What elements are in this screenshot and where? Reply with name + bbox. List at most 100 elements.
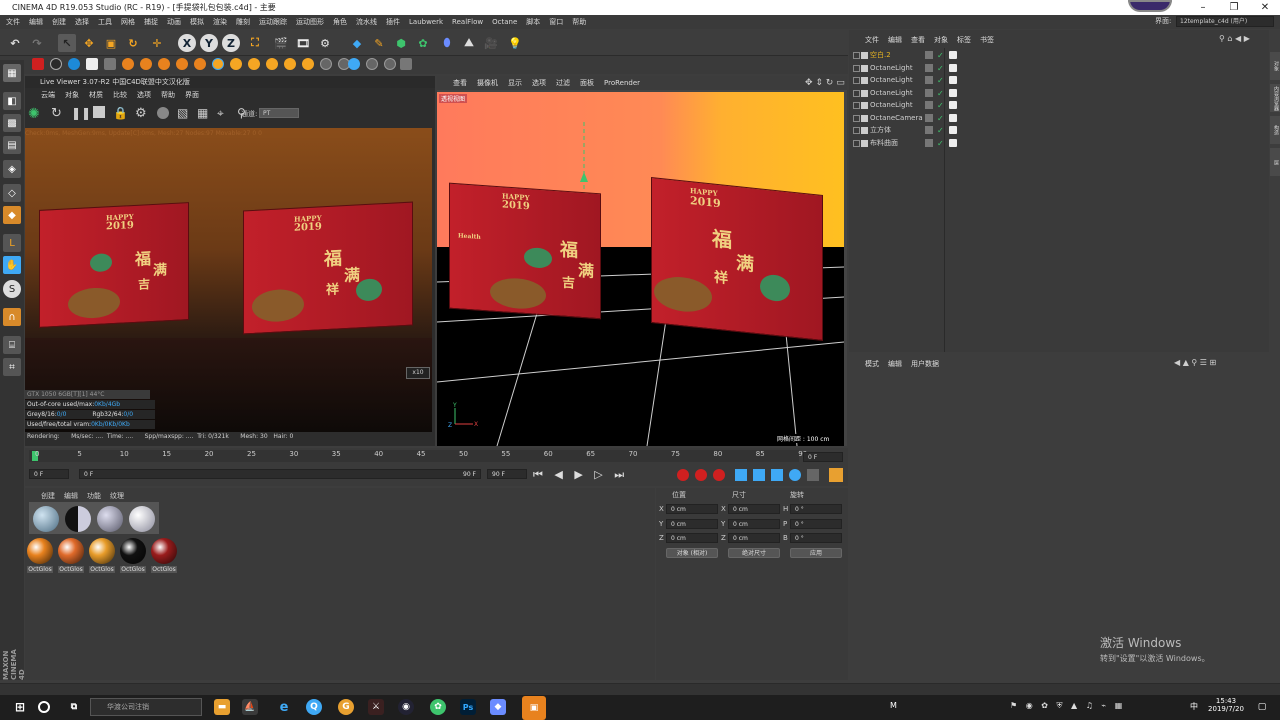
render-picture-viewer-icon[interactable]: 🎞 [294,34,312,52]
viewport-menu-item[interactable]: 显示 [508,76,522,90]
redo-icon[interactable]: ↷ [28,34,46,52]
parameter-key-icon[interactable] [789,469,801,481]
om-menu-item[interactable]: 标签 [957,35,971,45]
object-name[interactable]: OctaneCamera [870,112,923,124]
enabled-check-icon[interactable]: ✓ [937,100,944,112]
menu-item[interactable]: 雕刻 [236,17,250,27]
octane-record-icon[interactable] [32,58,44,70]
viewport-menu-item[interactable]: 选项 [532,76,546,90]
expand-icon[interactable] [853,52,860,59]
octane-material-icon[interactable] [266,58,278,70]
record-icon[interactable] [677,469,689,481]
octane-material-icon[interactable] [230,58,242,70]
visibility-icon[interactable] [925,51,933,59]
attr-nav-icons[interactable]: ◀ ▲ ⚲ ☰ ⊞ [1174,358,1216,367]
object-row[interactable]: OctaneLight ✓ [849,62,1269,74]
material-swatch[interactable] [120,538,146,564]
tweak-mode-icon[interactable]: ✋ [3,256,21,274]
file-explorer-icon[interactable]: ▬ [214,699,230,715]
object-row[interactable]: OctaneLight ✓ [849,87,1269,99]
tag-icon[interactable] [949,63,957,72]
clock[interactable]: 15:43 2019/7/20 [1206,697,1246,713]
edge-mode-icon[interactable]: ◇ [3,184,21,202]
apply-button[interactable]: 应用 [790,548,842,558]
enabled-check-icon[interactable]: ✓ [937,88,944,100]
side-tab[interactable]: 层 [1270,148,1280,176]
menu-item[interactable]: 运动图形 [296,17,324,27]
workplane-icon[interactable]: ▤ [3,136,21,154]
size-field[interactable]: 0 cm [728,504,780,514]
task-view-icon[interactable]: ⧉ [66,699,82,715]
object-name[interactable]: OctaneLight [870,99,913,111]
material-label[interactable]: OctGlos [58,566,84,573]
menu-item[interactable]: 动画 [167,17,181,27]
octane-light-icon[interactable] [194,58,206,70]
octane-material-icon[interactable] [284,58,296,70]
material-menu-item[interactable]: 功能 [87,491,101,501]
expand-icon[interactable] [853,114,860,122]
size-mode-select[interactable]: 绝对尺寸 [728,548,780,558]
visibility-icon[interactable] [925,76,933,84]
menu-item[interactable]: 运动跟踪 [259,17,287,27]
material-menu-item[interactable]: 纹理 [110,491,124,501]
position-key-icon[interactable] [735,469,747,481]
menu-item[interactable]: 帮助 [572,17,586,27]
environment-icon[interactable]: ⛰ [460,34,478,52]
visibility-icon[interactable] [925,63,933,72]
menu-item[interactable]: 角色 [333,17,347,27]
interface-select[interactable]: 12template_c4d (用户) [1176,16,1274,27]
position-field[interactable]: 0 cm [666,518,718,529]
model-mode-icon[interactable]: ◧ [3,92,21,110]
menu-item[interactable]: RealFlow [452,18,483,26]
rotation-field[interactable]: 0 ° [790,518,842,529]
preview-ball-icon[interactable] [129,506,155,532]
octane-sphere-icon[interactable] [50,58,62,70]
object-row[interactable]: 布料曲面 ✓ [849,137,1269,149]
octane-node-icon[interactable] [104,58,116,70]
taskbar-search-input[interactable]: 华渡公司注销 [90,698,202,716]
lv-menu-item[interactable]: 材质 [89,89,103,101]
timeline-ruler[interactable] [29,450,799,462]
menu-item[interactable]: 编辑 [29,17,43,27]
timeline-window-icon[interactable] [829,468,843,482]
keyframe-selection-icon[interactable] [713,469,725,481]
menu-item[interactable]: 创建 [52,17,66,27]
scale-tool-icon[interactable]: ▣ [102,34,120,52]
om-menu-item[interactable]: 查看 [911,35,925,45]
viewport-menu-item[interactable]: 查看 [453,76,467,90]
z-axis-lock-icon[interactable]: Z [222,34,240,52]
ime-indicator[interactable]: 中 [1190,701,1198,712]
expand-icon[interactable] [853,89,860,97]
lock-render-icon[interactable]: 🔒 [113,106,128,120]
edge-browser-icon[interactable]: e [276,699,292,715]
cloner-icon[interactable]: ✿ [414,34,432,52]
position-field[interactable]: 0 cm [666,504,718,514]
octane-light-icon[interactable] [140,58,152,70]
menu-item[interactable]: 模拟 [190,17,204,27]
cinema4d-taskbar-icon[interactable]: ◉ [398,699,414,715]
pen-tool-icon[interactable]: ✎ [370,34,388,52]
attr-menu-item[interactable]: 编辑 [888,359,902,369]
light-icon[interactable]: 💡 [506,34,524,52]
octane-grid-icon[interactable] [366,58,378,70]
rotate-tool-icon[interactable]: ↻ [124,34,142,52]
playback-controls[interactable]: ⏮ ◀ ▶ ▷ ⏭ [533,468,628,482]
range-slider[interactable]: 0 F 90 F [79,469,481,479]
object-row[interactable]: 立方体 ✓ [849,124,1269,136]
clay-mode-icon[interactable]: ▧ [177,106,188,120]
lv-menu-item[interactable]: 比较 [113,89,127,101]
end-frame-field[interactable]: 90 F [487,469,527,479]
octane-light-icon[interactable] [158,58,170,70]
rotation-field[interactable]: 0 ° [790,533,842,543]
cube-object-icon[interactable]: ◆ [348,34,366,52]
pla-key-icon[interactable] [807,469,819,481]
expand-icon[interactable] [853,64,860,72]
object-name[interactable]: 空白.2 [870,49,891,61]
size-field[interactable]: 0 cm [728,518,780,529]
refresh-icon[interactable]: ↻ [51,106,62,121]
material-menu-item[interactable]: 编辑 [64,491,78,501]
material-label[interactable]: OctGlos [151,566,177,573]
material-swatch[interactable] [89,538,115,564]
maximize-button[interactable]: ❐ [1219,0,1249,15]
move-tool-icon[interactable]: ✥ [80,34,98,52]
